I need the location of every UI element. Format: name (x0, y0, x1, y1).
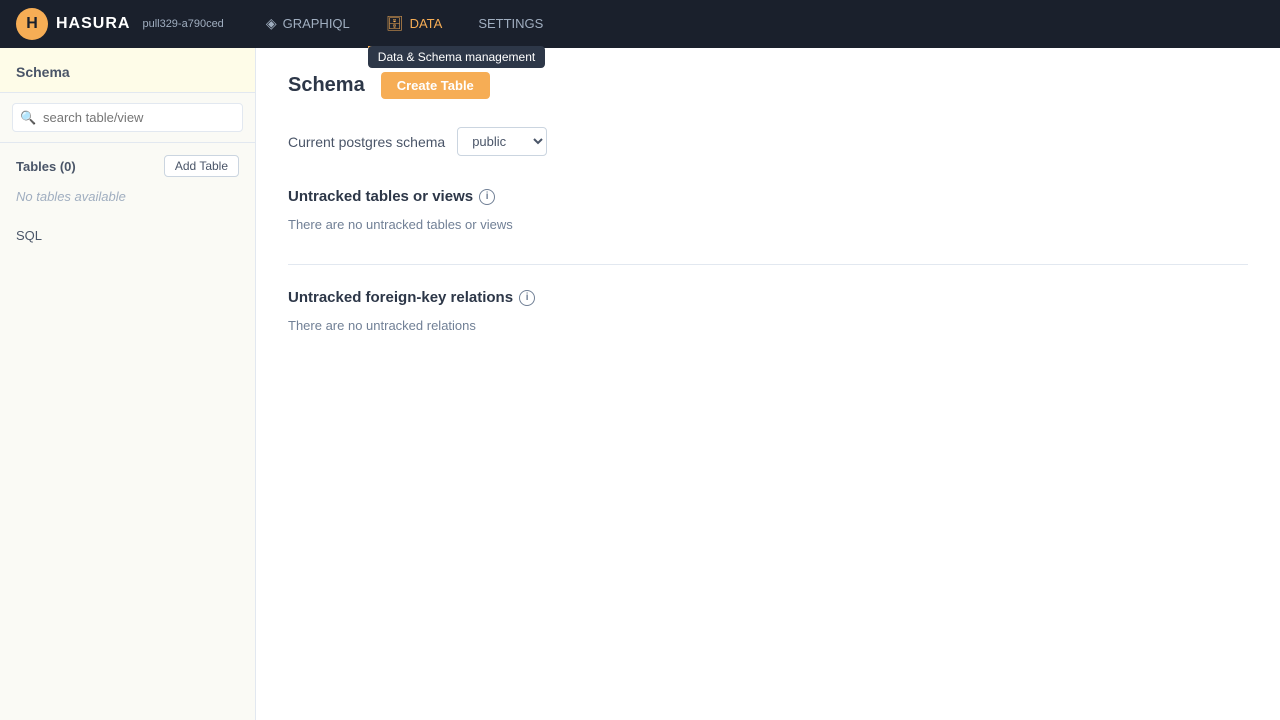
tables-label: Tables (0) (16, 159, 76, 174)
tab-graphiql[interactable]: ◈ GRAPHIQL (248, 0, 368, 48)
top-navbar: H HASURA pull329-a790ced ◈ GRAPHIQL 🗄 DA… (0, 0, 1280, 48)
untracked-views-title-text: Untracked tables or views (288, 188, 473, 205)
add-table-button[interactable]: Add Table (164, 155, 239, 177)
schema-row-label: Current postgres schema (288, 134, 445, 150)
main-content: Schema Create Table Current postgres sch… (256, 48, 1280, 720)
untracked-relations-title-text: Untracked foreign-key relations (288, 289, 513, 306)
tab-data-label: DATA (410, 16, 443, 31)
sidebar-item-sql[interactable]: SQL (0, 216, 255, 255)
schema-select[interactable]: public (457, 127, 547, 156)
section-divider (288, 264, 1248, 265)
search-icon: 🔍 (20, 110, 36, 126)
page-header: Schema Create Table (288, 72, 1248, 99)
create-table-button[interactable]: Create Table (381, 72, 490, 99)
schema-row: Current postgres schema public (288, 127, 1248, 156)
untracked-relations-info-icon[interactable]: i (519, 290, 535, 306)
tab-settings[interactable]: SETTINGS (460, 0, 561, 48)
untracked-relations-title: Untracked foreign-key relations i (288, 289, 1248, 306)
untracked-relations-empty: There are no untracked relations (288, 318, 1248, 333)
page-title: Schema (288, 74, 365, 97)
sidebar: Schema 🔍 Tables (0) Add Table No tables … (0, 48, 256, 720)
sidebar-tables-row: Tables (0) Add Table (0, 143, 255, 185)
tab-data[interactable]: 🗄 DATA Data & Schema management (368, 0, 461, 48)
untracked-views-section: Untracked tables or views i There are no… (288, 188, 1248, 232)
no-tables-text: No tables available (0, 185, 255, 208)
logo: H HASURA pull329-a790ced (16, 8, 224, 40)
main-layout: Schema 🔍 Tables (0) Add Table No tables … (0, 48, 1280, 720)
search-input[interactable] (12, 103, 243, 132)
tab-settings-label: SETTINGS (478, 16, 543, 31)
tab-graphiql-label: GRAPHIQL (283, 16, 350, 31)
untracked-views-title: Untracked tables or views i (288, 188, 1248, 205)
brand-name: HASURA (56, 15, 130, 33)
logo-icon: H (16, 8, 48, 40)
untracked-relations-section: Untracked foreign-key relations i There … (288, 289, 1248, 333)
data-icon: 🗄 (386, 15, 404, 32)
untracked-views-empty: There are no untracked tables or views (288, 217, 1248, 232)
graphiql-icon: ◈ (266, 15, 277, 32)
brand-version: pull329-a790ced (142, 18, 223, 30)
sidebar-search-container: 🔍 (0, 93, 255, 143)
untracked-views-info-icon[interactable]: i (479, 189, 495, 205)
sidebar-section-label: Schema (0, 48, 255, 93)
nav-tabs: ◈ GRAPHIQL 🗄 DATA Data & Schema manageme… (248, 0, 562, 48)
